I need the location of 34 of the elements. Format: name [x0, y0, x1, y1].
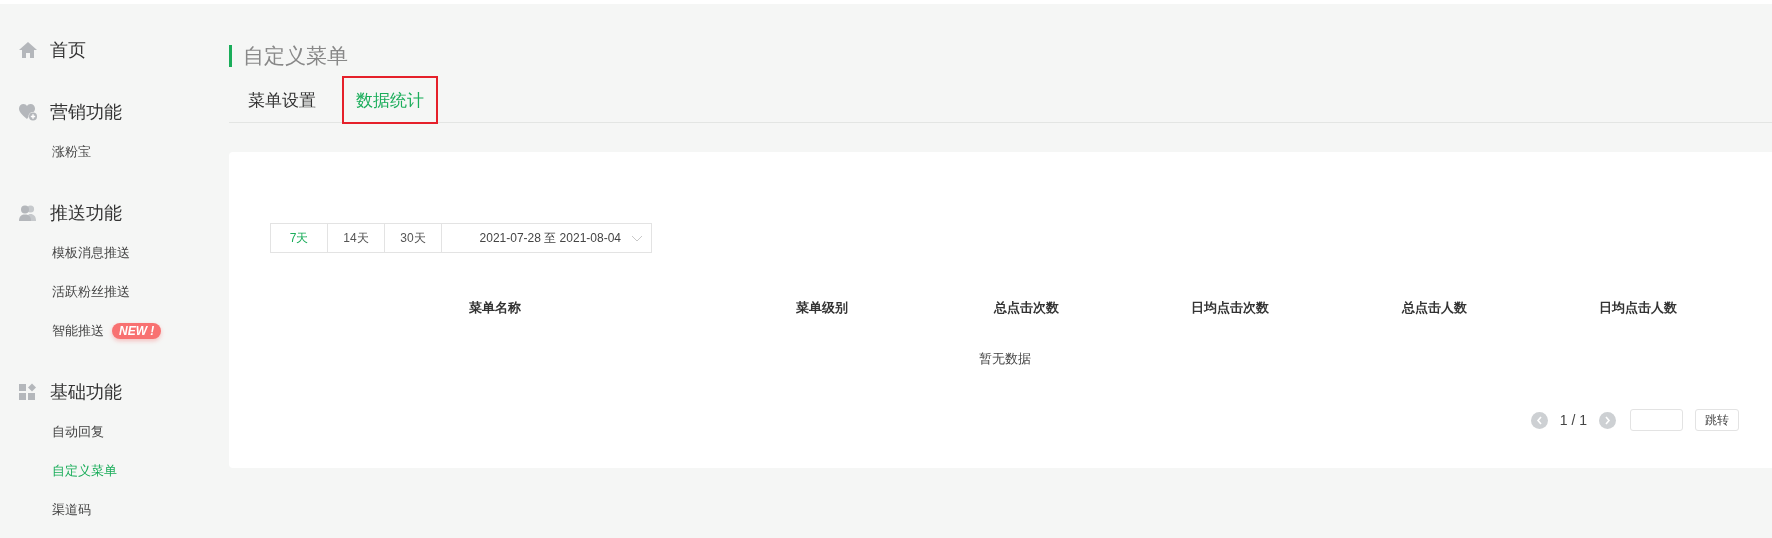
date-range-picker[interactable]: 2021-07-28 至 2021-08-04	[441, 223, 652, 253]
column-header: 日均点击次数	[1190, 299, 1270, 317]
column-header: 总点击人数	[1400, 299, 1468, 317]
range-button[interactable]: 30天	[384, 223, 442, 253]
jump-button[interactable]: 跳转	[1695, 409, 1739, 431]
sidebar-heading[interactable]: 基础功能	[50, 380, 122, 404]
sidebar-item[interactable]: 智能推送	[52, 321, 104, 340]
empty-message: 暂无数据	[979, 351, 1031, 366]
column-header: 日均点击人数	[1598, 299, 1678, 317]
column-header: 总点击次数	[992, 299, 1060, 317]
sidebar-item[interactable]: 自动回复	[52, 422, 104, 441]
previous-page-icon[interactable]	[1530, 411, 1548, 429]
next-page-icon[interactable]	[1599, 411, 1616, 429]
sidebar-item[interactable]: 模板消息推送	[52, 243, 130, 262]
page-input[interactable]	[1630, 409, 1683, 431]
title-accent-bar	[229, 45, 232, 67]
widgets-icon	[18, 383, 38, 401]
sidebar-heading[interactable]: 推送功能	[50, 201, 122, 225]
sidebar-item[interactable]: 活跃粉丝推送	[52, 282, 130, 301]
sidebar-heading[interactable]: 首页	[50, 38, 86, 62]
column-header: 菜单级别	[795, 299, 849, 317]
chevron-down-icon	[631, 234, 643, 242]
heart-plus-icon	[18, 103, 38, 121]
tab[interactable]: 菜单设置	[234, 76, 330, 124]
range-button[interactable]: 14天	[327, 223, 385, 253]
users-icon	[18, 204, 38, 222]
sidebar-item[interactable]: 涨粉宝	[52, 142, 91, 161]
page-title: 自定义菜单	[243, 43, 348, 69]
home-icon	[18, 41, 38, 59]
page-indicator: 1 / 1	[1559, 412, 1587, 428]
column-header: 菜单名称	[468, 299, 522, 317]
new-badge: NEW !	[112, 322, 162, 339]
sidebar-item[interactable]: 渠道码	[52, 500, 91, 519]
sidebar-heading[interactable]: 营销功能	[50, 100, 122, 124]
